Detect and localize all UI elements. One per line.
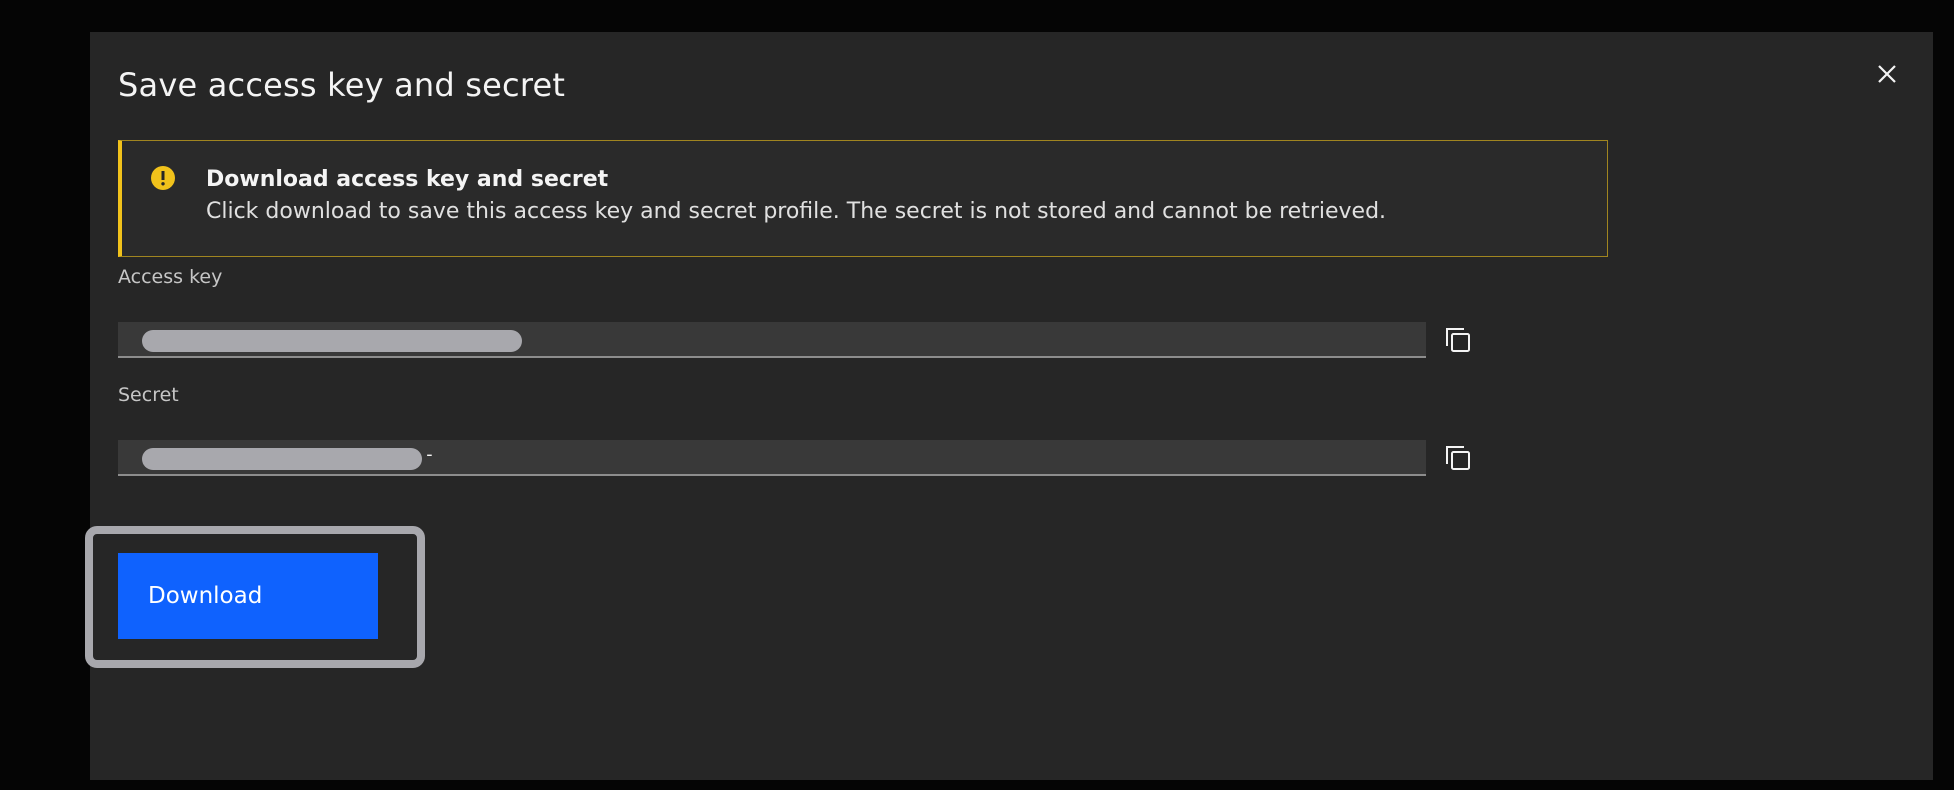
copy-secret-button[interactable]: [1442, 442, 1474, 474]
copy-access-key-button[interactable]: [1442, 324, 1474, 356]
close-button[interactable]: [1869, 56, 1905, 92]
download-button[interactable]: Download: [118, 553, 378, 639]
secret-value: -: [424, 444, 435, 465]
warning-notification: Download access key and secret Click dow…: [118, 140, 1608, 257]
redaction-mask: [142, 448, 422, 470]
redaction-mask: [142, 330, 522, 352]
warning-icon: [151, 166, 175, 190]
copy-icon: [1446, 328, 1470, 352]
save-access-key-modal: Save access key and secret Download acce…: [85, 32, 1933, 780]
access-key-label: Access key: [118, 266, 223, 288]
copy-icon: [1446, 446, 1470, 470]
notification-title: Download access key and secret: [206, 167, 609, 192]
access-key-field[interactable]: [118, 322, 1426, 358]
notification-body: Click download to save this access key a…: [206, 199, 1387, 224]
close-icon: [1878, 65, 1896, 83]
modal-title: Save access key and secret: [118, 66, 566, 104]
secret-field[interactable]: -: [118, 440, 1426, 476]
secret-label: Secret: [118, 384, 179, 406]
